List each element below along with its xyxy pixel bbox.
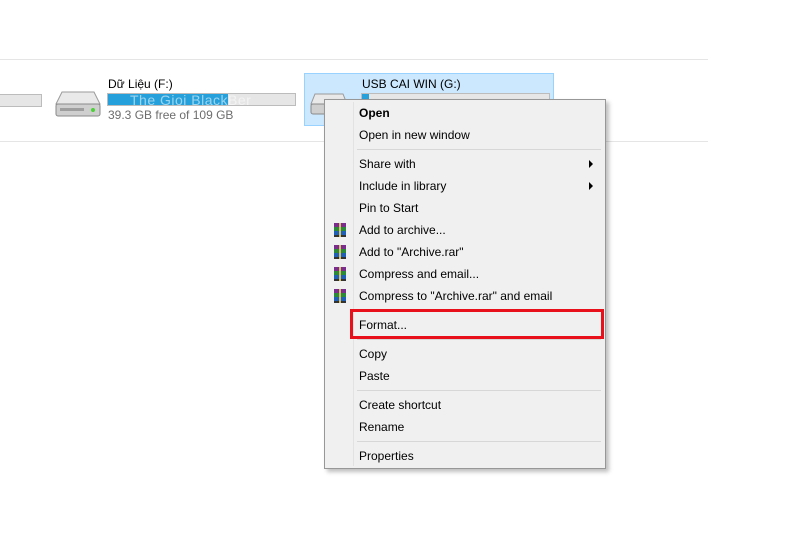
winrar-icon — [334, 223, 346, 237]
menu-item-open-new-window[interactable]: Open in new window — [327, 124, 603, 146]
hard-drive-icon — [55, 91, 101, 117]
menu-item-properties[interactable]: Properties — [327, 445, 603, 467]
drive-usage-bar — [107, 93, 296, 106]
menu-item-add-to-archive-rar[interactable]: Add to "Archive.rar" — [327, 241, 603, 263]
menu-item-label: Open — [359, 106, 390, 120]
menu-item-compress-and-email[interactable]: Compress and email... — [327, 263, 603, 285]
winrar-icon — [334, 245, 346, 259]
menu-item-label: Paste — [359, 369, 390, 383]
drive-name: Dữ Liệu (F:) — [108, 77, 173, 91]
menu-item-pin-to-start[interactable]: Pin to Start — [327, 197, 603, 219]
menu-item-label: Add to archive... — [359, 223, 446, 237]
menu-separator — [357, 339, 601, 340]
menu-item-copy[interactable]: Copy — [327, 343, 603, 365]
menu-item-label: Open in new window — [359, 128, 470, 142]
menu-item-create-shortcut[interactable]: Create shortcut — [327, 394, 603, 416]
menu-item-label: Rename — [359, 420, 405, 434]
menu-item-paste[interactable]: Paste — [327, 365, 603, 387]
context-menu: Open Open in new window Share with Inclu… — [324, 99, 606, 469]
menu-item-open[interactable]: Open — [327, 102, 603, 124]
drive-free-space: 39.3 GB free of 109 GB — [108, 108, 234, 122]
menu-item-label: Compress to "Archive.rar" and email — [359, 289, 553, 303]
menu-item-label: Properties — [359, 449, 414, 463]
top-divider — [0, 59, 708, 60]
menu-separator — [357, 390, 601, 391]
drive-name: USB CAI WIN (G:) — [362, 77, 461, 91]
menu-item-rename[interactable]: Rename — [327, 416, 603, 438]
menu-item-label: Compress and email... — [359, 267, 480, 281]
drive-usage-fill — [108, 94, 228, 105]
submenu-arrow-icon — [589, 160, 593, 168]
menu-item-label: Include in library — [359, 179, 447, 193]
winrar-icon — [334, 289, 346, 303]
menu-separator — [357, 149, 601, 150]
menu-item-label: Copy — [359, 347, 388, 361]
menu-item-add-to-archive[interactable]: Add to archive... — [327, 219, 603, 241]
menu-item-include-in-library[interactable]: Include in library — [327, 175, 603, 197]
format-highlight-box — [350, 309, 604, 339]
menu-item-share-with[interactable]: Share with — [327, 153, 603, 175]
menu-separator — [357, 441, 601, 442]
submenu-arrow-icon — [589, 182, 593, 190]
menu-item-label: Create shortcut — [359, 398, 442, 412]
partial-drive-usage-bar — [0, 94, 42, 107]
menu-item-label: Share with — [359, 157, 416, 171]
menu-item-compress-to-archive-and-email[interactable]: Compress to "Archive.rar" and email — [327, 285, 603, 307]
menu-item-label: Pin to Start — [359, 201, 419, 215]
winrar-icon — [334, 267, 346, 281]
menu-item-label: Add to "Archive.rar" — [359, 245, 464, 259]
